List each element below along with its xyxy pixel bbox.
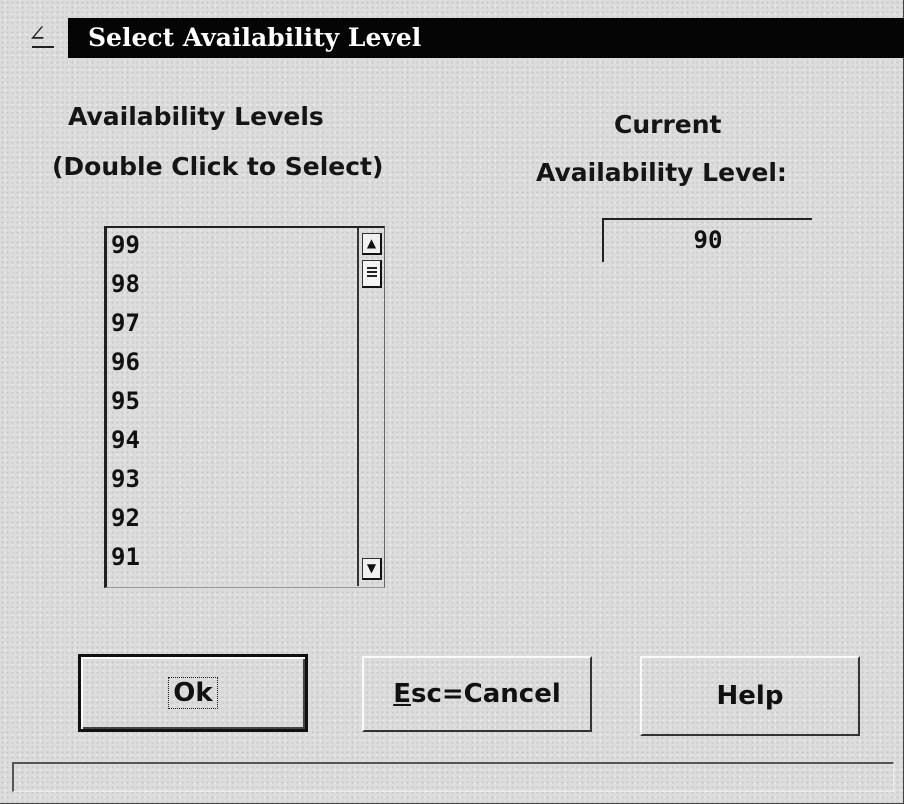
- current-level-label-line2: Availability Level:: [536, 158, 787, 187]
- status-bar: [12, 762, 894, 792]
- help-button-label: Help: [716, 681, 784, 711]
- cancel-mnemonic: E: [393, 679, 411, 709]
- title-bar[interactable]: Select Availability Level: [68, 18, 904, 58]
- select-availability-level-dialog: ∠ Select Availability Level Availability…: [0, 0, 904, 804]
- levels-list[interactable]: 99 98 97 96 95 94 93 92 91: [111, 228, 353, 579]
- window-title: Select Availability Level: [88, 23, 422, 52]
- scroll-up-arrow-icon[interactable]: ▲: [362, 233, 382, 255]
- list-item[interactable]: 91: [111, 540, 353, 579]
- ok-button-label: Ok: [168, 677, 218, 709]
- availability-levels-listbox[interactable]: 99 98 97 96 95 94 93 92 91 ▲ ▼: [104, 226, 385, 588]
- cancel-button[interactable]: Esc=Cancel: [362, 656, 592, 732]
- current-availability-level-field: 90: [602, 218, 812, 262]
- list-item[interactable]: 95: [111, 384, 353, 423]
- list-item[interactable]: 94: [111, 423, 353, 462]
- availability-levels-heading: Availability Levels: [68, 102, 324, 131]
- levels-scrollbar[interactable]: ▲ ▼: [357, 228, 386, 586]
- double-click-hint: (Double Click to Select): [52, 152, 384, 181]
- list-item[interactable]: 96: [111, 345, 353, 384]
- list-item[interactable]: 93: [111, 462, 353, 501]
- help-button[interactable]: Help: [640, 656, 860, 736]
- list-item[interactable]: 98: [111, 267, 353, 306]
- scroll-down-arrow-icon[interactable]: ▼: [362, 558, 382, 580]
- current-level-label-line1: Current: [614, 110, 722, 139]
- system-menu-icon[interactable]: ∠: [28, 22, 64, 48]
- scroll-thumb[interactable]: [362, 260, 382, 288]
- cancel-button-label: sc=Cancel: [410, 679, 561, 709]
- ok-button[interactable]: Ok: [78, 654, 308, 732]
- list-item[interactable]: 92: [111, 501, 353, 540]
- list-item[interactable]: 99: [111, 228, 353, 267]
- list-item[interactable]: 97: [111, 306, 353, 345]
